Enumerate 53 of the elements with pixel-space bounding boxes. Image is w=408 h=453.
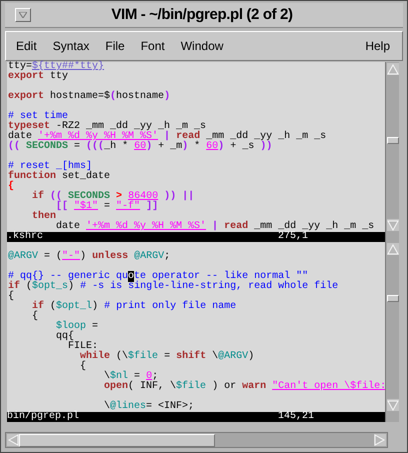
code-line: if (( SECONDS > 86400 )) || bbox=[31, 192, 196, 202]
code-line: export tty bbox=[8, 72, 70, 82]
scrollbar-thumb[interactable] bbox=[386, 295, 398, 302]
vertical-scrollbar[interactable] bbox=[385, 62, 399, 242]
cursor-position: 145,21 bbox=[278, 412, 316, 422]
code-line: { bbox=[8, 182, 16, 192]
window-title: VIM - ~/bin/pgrep.pl (2 of 2) bbox=[110, 4, 294, 25]
horizontal-scrollbar[interactable] bbox=[5, 432, 388, 448]
code-line: [[ "$1" = "-f" ]] bbox=[56, 202, 160, 212]
code-line: open( INF, \$file ) or warn "Can't open \$file: bbox=[103, 382, 385, 392]
code-line: if ($opt_s) # -s is single-line-string, read whole file bbox=[8, 282, 340, 292]
triangle-down-icon bbox=[19, 12, 27, 18]
code-line: function set_date bbox=[8, 172, 112, 182]
code-line: export hostname=$(hostname) bbox=[8, 92, 172, 102]
vertical-scrollbar[interactable] bbox=[385, 242, 399, 422]
window-menu-button[interactable] bbox=[15, 8, 31, 22]
status-filename: bin/pgrep.pl bbox=[7, 412, 80, 422]
scroll-down-arrow-icon[interactable] bbox=[386, 399, 398, 411]
code-line: qq{ bbox=[55, 332, 74, 342]
scrollbar-thumb[interactable] bbox=[386, 137, 398, 144]
code-line: $loop = bbox=[55, 322, 100, 332]
code-line: then bbox=[31, 212, 56, 222]
editor-text-area[interactable] bbox=[7, 62, 385, 232]
code-line: typeset -RZ2 _mm _dd _yy _h _m _s bbox=[8, 122, 208, 132]
code-line: { bbox=[31, 312, 40, 322]
scroll-down-arrow-icon[interactable] bbox=[386, 219, 398, 231]
code-line: # qq{} -- generic quote operator -- like normal "" bbox=[8, 272, 310, 282]
scroll-up-arrow-icon[interactable] bbox=[386, 63, 398, 75]
editor-text-area[interactable] bbox=[7, 242, 385, 412]
code-line: { bbox=[8, 292, 16, 302]
code-line: @ARGV = ("-") unless @ARGV; bbox=[8, 252, 172, 262]
help-menu[interactable]: Help bbox=[365, 37, 390, 55]
code-line: while (\$file = shift \@ARGV) bbox=[79, 352, 256, 362]
menu-item[interactable]: Window bbox=[180, 37, 224, 55]
status-filename: .kshrc bbox=[7, 232, 44, 242]
cursor-position: 275,1 bbox=[278, 232, 310, 242]
scrollbar-thumb[interactable] bbox=[19, 434, 215, 446]
code-line: { bbox=[79, 362, 88, 372]
code-line: # set time bbox=[8, 112, 68, 122]
code-line: (( SECONDS = (((_h * 60) + _m) * 60) + _s )) bbox=[8, 142, 274, 152]
menu-item[interactable]: File bbox=[105, 37, 125, 55]
menu-item[interactable]: Syntax bbox=[52, 37, 90, 55]
code-line: # reset _[hms] bbox=[8, 162, 92, 172]
code-line: FILE: bbox=[67, 342, 98, 352]
menu-item[interactable]: Font bbox=[140, 37, 165, 55]
code-line: \$nl = 0; bbox=[103, 372, 158, 382]
code-line: date '+%m %d %y %H %M %S' | read _mm _dd _yy _h _m _s bbox=[8, 132, 328, 142]
code-line: \@lines= <INF>; bbox=[103, 402, 196, 412]
code-line: tty=${tty##*tty} bbox=[8, 62, 106, 72]
code-line: if ($opt_l) # print only file name bbox=[31, 302, 238, 312]
scroll-up-arrow-icon[interactable] bbox=[386, 243, 398, 255]
code-line: date '+%m %d %y %H %M %S' | read _mm _dd _yy _h _m _s bbox=[55, 222, 376, 232]
menu-item[interactable]: Edit bbox=[16, 37, 37, 55]
